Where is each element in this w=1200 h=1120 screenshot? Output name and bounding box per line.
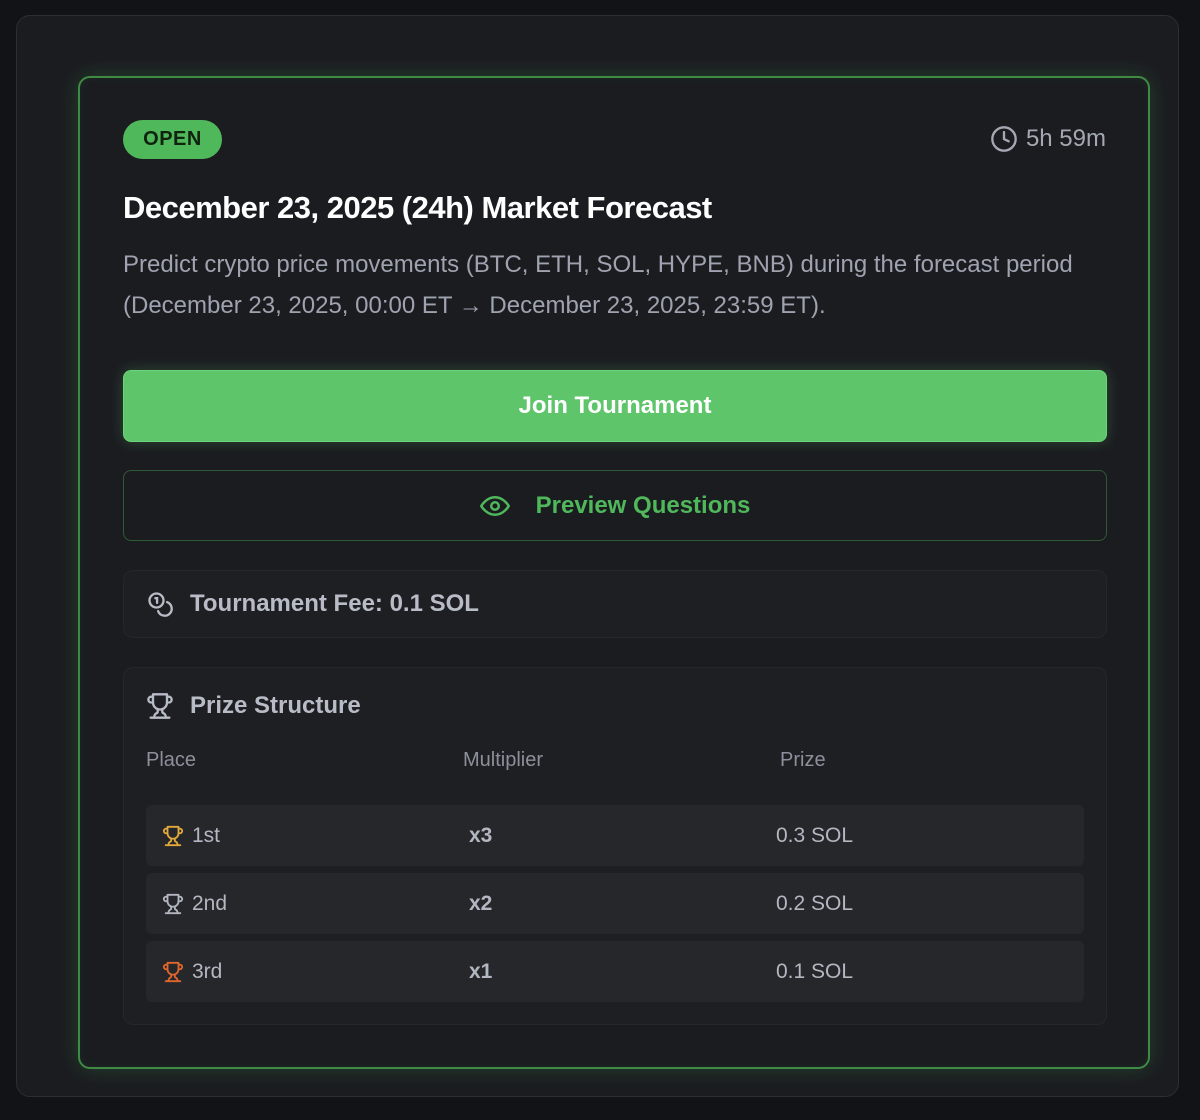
eye-icon [479, 495, 510, 516]
prize-row-2nd: 2nd x2 0.2 SOL [146, 873, 1084, 934]
prize-structure-header: Prize Structure [146, 692, 361, 720]
prize-row-1st: 1st x3 0.3 SOL [146, 805, 1084, 866]
multiplier-value: x3 [469, 823, 493, 847]
preview-questions-button[interactable]: Preview Questions [123, 470, 1107, 541]
prize-value: 0.2 SOL [776, 891, 854, 915]
multiplier-value: x2 [469, 891, 493, 915]
place-label: 2nd [192, 891, 228, 915]
status-badge: OPEN [123, 120, 222, 159]
column-header-prize: Prize [780, 749, 826, 771]
outer-panel: OPEN 5h 59m December 23, 2025 (24h) Mark… [16, 15, 1179, 1097]
place-label: 3rd [192, 959, 223, 983]
gold-trophy-icon [162, 825, 184, 846]
place-label: 1st [192, 823, 221, 847]
clock-icon [991, 126, 1017, 152]
prize-value: 0.3 SOL [776, 823, 854, 847]
column-header-place: Place [146, 749, 197, 771]
prize-structure: Prize Structure Place Multiplier Prize 1… [123, 667, 1107, 1025]
tournament-description: Predict crypto price movements (BTC, ETH… [123, 251, 1073, 319]
tournament-fee: Tournament Fee: 0.1 SOL [123, 570, 1107, 638]
preview-questions-label: Preview Questions [535, 491, 751, 519]
tournament-card: OPEN 5h 59m December 23, 2025 (24h) Mark… [78, 76, 1150, 1069]
tournament-fee-text: Tournament Fee: 0.1 SOL [190, 590, 479, 617]
prize-value: 0.1 SOL [776, 959, 854, 983]
trophy-icon [147, 693, 173, 719]
join-tournament-button[interactable]: Join Tournament [123, 370, 1107, 442]
tournament-title: December 23, 2025 (24h) Market Forecast [123, 190, 712, 225]
column-header-multiplier: Multiplier [463, 749, 544, 771]
silver-trophy-icon [162, 893, 184, 914]
multiplier-value: x1 [469, 959, 493, 983]
countdown-text: 5h 59m [1025, 125, 1106, 152]
countdown-timer: 5h 59m [990, 122, 1106, 156]
prize-structure-title: Prize Structure [190, 692, 361, 719]
coins-icon [148, 592, 173, 617]
prize-row-3rd: 3rd x1 0.1 SOL [146, 941, 1084, 1002]
bronze-trophy-icon [162, 961, 184, 982]
